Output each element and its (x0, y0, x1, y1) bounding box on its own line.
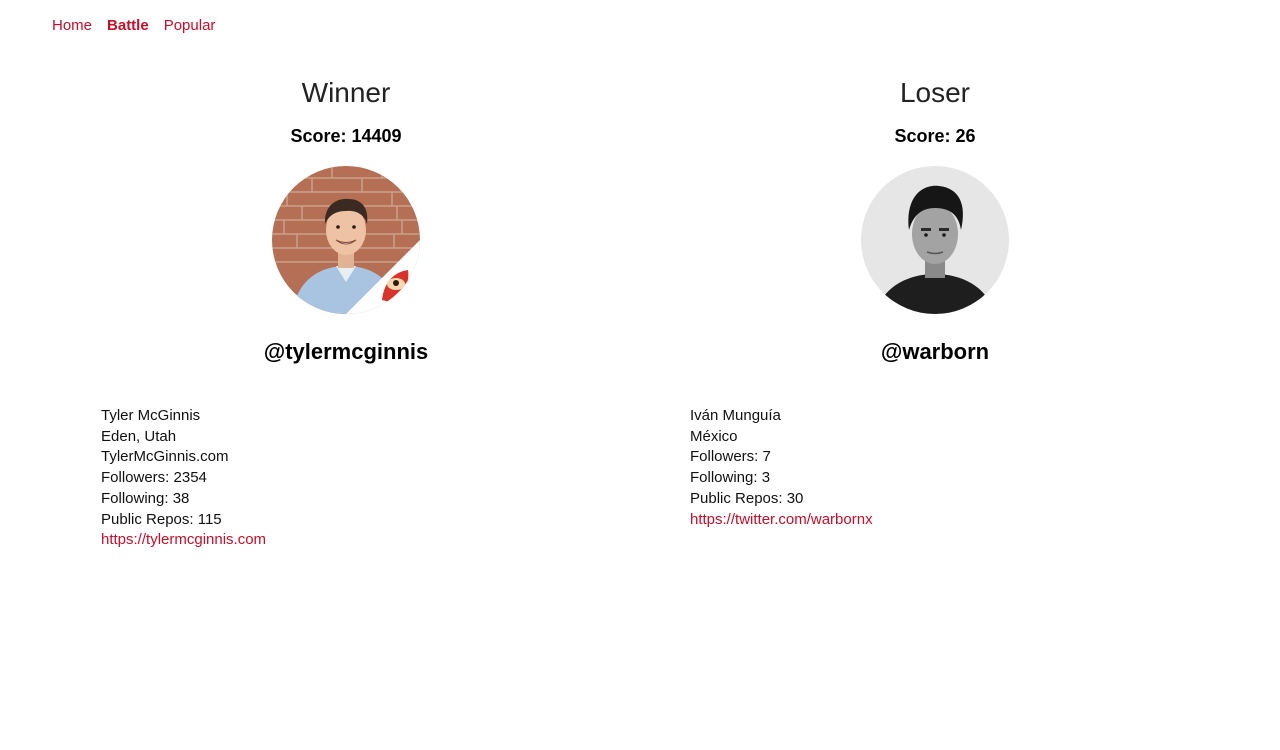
loser-following: Following: 3 (690, 469, 771, 487)
winner-username: @tylermcginnis (263, 339, 429, 364)
battle-results: Winner Score: 14409 @tylermcginnis Tyler… (0, 70, 1280, 630)
loser-header: Loser (899, 77, 971, 108)
top-nav: Home Battle Popular (52, 17, 215, 34)
winner-avatar (272, 166, 420, 314)
loser-avatar-image (861, 166, 1009, 314)
winner-blog-item: https://tylermcginnis.com (101, 530, 606, 551)
winner-header: Winner (301, 77, 391, 108)
winner-name: Tyler McGinnis (101, 407, 201, 424)
loser-avatar (861, 166, 1009, 314)
loser-name: Iván Munguía (690, 407, 781, 424)
loser-location: México (690, 427, 738, 445)
winner-location: Eden, Utah (101, 427, 177, 445)
winner-followers: Followers: 2354 (101, 469, 207, 487)
winner-score: Score: 14409 (290, 126, 402, 146)
nav-battle-link[interactable]: Battle (107, 17, 149, 34)
winner-details: Tyler McGinnis Eden, Utah TylerMcGinnis.… (86, 406, 606, 551)
loser-blog-item: https://twitter.com/warbornx (690, 510, 1195, 531)
nav-home-link[interactable]: Home (52, 17, 92, 34)
loser-username: @warborn (880, 339, 990, 364)
nav-popular-link[interactable]: Popular (164, 17, 216, 34)
winner-blog-link[interactable]: https://tylermcginnis.com (101, 531, 266, 548)
winner-following: Following: 38 (101, 489, 190, 507)
loser-repos: Public Repos: 30 (690, 489, 804, 507)
winner-company: TylerMcGinnis.com (101, 448, 229, 466)
winner-repos: Public Repos: 115 (101, 510, 222, 528)
loser-followers: Followers: 7 (690, 448, 771, 466)
loser-blog-link[interactable]: https://twitter.com/warbornx (690, 511, 873, 528)
loser-details: Iván Munguía México Followers: 7 Followi… (675, 406, 1195, 530)
winner-avatar-image (272, 166, 420, 314)
loser-card: Loser Score: 26 @warborn Iván Munguía Mé… (675, 70, 1195, 530)
winner-card: Winner Score: 14409 @tylermcginnis Tyler… (86, 70, 606, 551)
loser-score: Score: 26 (894, 126, 976, 146)
